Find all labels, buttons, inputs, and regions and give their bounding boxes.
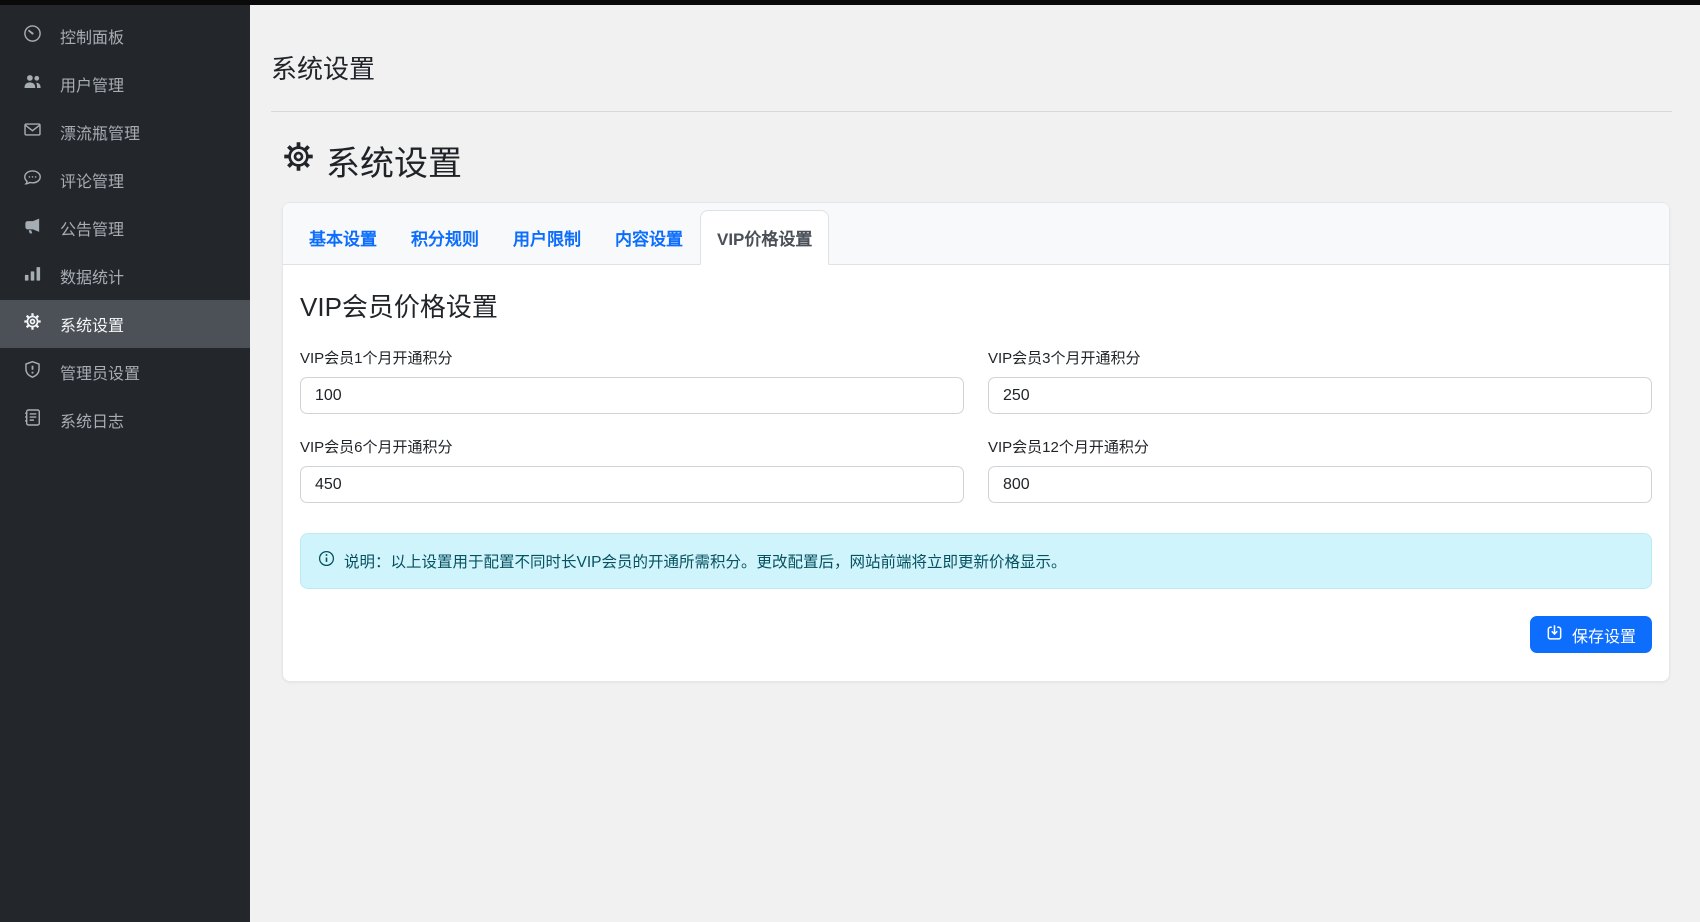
sidebar-item-label: 评论管理 xyxy=(60,168,124,192)
sidebar-item-bottles[interactable]: 漂流瓶管理 xyxy=(0,108,250,156)
window-top-strip xyxy=(0,0,1700,5)
vip-price-form: VIP会员1个月开通积分 VIP会员3个月开通积分 VIP会员6个月开通积分 V… xyxy=(300,347,1652,503)
sidebar-item-dashboard[interactable]: 控制面板 xyxy=(0,12,250,60)
sidebar-item-label: 系统日志 xyxy=(60,408,124,432)
sidebar-item-label: 数据统计 xyxy=(60,264,124,288)
gear-icon xyxy=(282,140,315,182)
info-alert: 说明：以上设置用于配置不同时长VIP会员的开通所需积分。更改配置后，网站前端将立… xyxy=(300,533,1652,589)
field-label: VIP会员12个月开通积分 xyxy=(988,436,1652,457)
vip-6-month-points-input[interactable] xyxy=(300,466,964,503)
comment-icon xyxy=(23,168,42,192)
tab-user-limits[interactable]: 用户限制 xyxy=(496,210,598,265)
field-vip-1-month: VIP会员1个月开通积分 xyxy=(300,347,964,414)
save-settings-button[interactable]: 保存设置 xyxy=(1530,616,1652,653)
info-icon xyxy=(318,550,335,572)
card-footer-row: 保存设置 xyxy=(300,616,1652,653)
sidebar-item-announcements[interactable]: 公告管理 xyxy=(0,204,250,252)
vip-3-month-points-input[interactable] xyxy=(988,377,1652,414)
save-icon xyxy=(1546,624,1563,646)
header-title: 系统设置 xyxy=(271,49,1672,86)
field-vip-12-month: VIP会员12个月开通积分 xyxy=(988,436,1652,503)
field-label: VIP会员3个月开通积分 xyxy=(988,347,1652,368)
vip-1-month-points-input[interactable] xyxy=(300,377,964,414)
shield-exclamation-icon xyxy=(23,360,42,384)
sidebar-item-system-logs[interactable]: 系统日志 xyxy=(0,396,250,444)
sidebar-item-users[interactable]: 用户管理 xyxy=(0,60,250,108)
field-label: VIP会员6个月开通积分 xyxy=(300,436,964,457)
sidebar-item-system-settings[interactable]: 系统设置 xyxy=(0,300,250,348)
sidebar-item-comments[interactable]: 评论管理 xyxy=(0,156,250,204)
users-icon xyxy=(23,72,42,96)
main-area: 系统设置 系统设置 基本设置 积分规则 用户限制 内容设置 xyxy=(250,0,1700,922)
megaphone-icon xyxy=(23,216,42,240)
sidebar-item-label: 系统设置 xyxy=(60,312,124,336)
sidebar-item-label: 管理员设置 xyxy=(60,360,140,384)
tab-points-rules[interactable]: 积分规则 xyxy=(394,210,496,265)
info-alert-text: 说明：以上设置用于配置不同时长VIP会员的开通所需积分。更改配置后，网站前端将立… xyxy=(344,550,1067,572)
sidebar-item-label: 控制面板 xyxy=(60,24,124,48)
settings-card: 基本设置 积分规则 用户限制 内容设置 VIP价格设置 VIP会员价格设置 VI… xyxy=(282,202,1670,682)
sidebar-item-label: 用户管理 xyxy=(60,72,124,96)
gear-icon xyxy=(23,312,42,336)
field-vip-3-month: VIP会员3个月开通积分 xyxy=(988,347,1652,414)
journal-icon xyxy=(23,408,42,432)
sidebar-item-label: 漂流瓶管理 xyxy=(60,120,140,144)
tab-content-settings[interactable]: 内容设置 xyxy=(598,210,700,265)
header-divider xyxy=(271,111,1672,112)
tab-panel-vip-prices: VIP会员价格设置 VIP会员1个月开通积分 VIP会员3个月开通积分 VIP会… xyxy=(283,265,1669,681)
tab-vip-price-settings[interactable]: VIP价格设置 xyxy=(700,210,829,265)
envelope-icon xyxy=(23,120,42,144)
page-title-text: 系统设置 xyxy=(326,136,462,185)
speedometer-icon xyxy=(23,24,42,48)
sidebar-item-admin-settings[interactable]: 管理员设置 xyxy=(0,348,250,396)
tab-basic-settings[interactable]: 基本设置 xyxy=(292,210,394,265)
field-label: VIP会员1个月开通积分 xyxy=(300,347,964,368)
main-header: 系统设置 xyxy=(250,0,1700,112)
field-vip-6-month: VIP会员6个月开通积分 xyxy=(300,436,964,503)
settings-tabs: 基本设置 积分规则 用户限制 内容设置 VIP价格设置 xyxy=(283,203,1669,265)
sidebar-item-statistics[interactable]: 数据统计 xyxy=(0,252,250,300)
vip-12-month-points-input[interactable] xyxy=(988,466,1652,503)
sidebar-item-label: 公告管理 xyxy=(60,216,124,240)
section-title: VIP会员价格设置 xyxy=(300,287,1652,324)
content-area: 系统设置 基本设置 积分规则 用户限制 内容设置 VIP价格设置 VIP会员价格… xyxy=(250,136,1700,682)
bar-chart-icon xyxy=(23,264,42,288)
save-button-label: 保存设置 xyxy=(1572,623,1636,647)
sidebar: 控制面板 用户管理 漂流瓶管理 xyxy=(0,0,250,922)
page-title: 系统设置 xyxy=(282,136,1670,185)
